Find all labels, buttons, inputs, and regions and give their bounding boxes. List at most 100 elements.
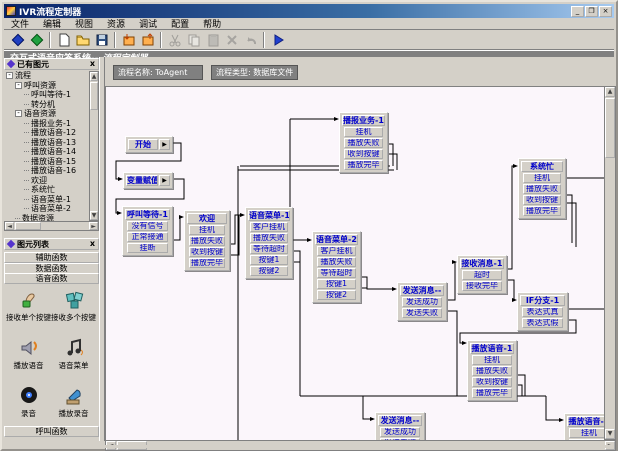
node-outlet[interactable]: 收到按键 xyxy=(189,247,225,257)
node-title[interactable]: 语音菜单-1 xyxy=(248,210,290,221)
node-outlet[interactable]: 表达式真 xyxy=(522,307,563,317)
flow-node-play1[interactable]: 播放语音-1挂机播放失败收到按键播放完毕 xyxy=(467,340,517,401)
palette-panel-header[interactable]: 图元列表 x xyxy=(4,238,99,250)
node-title[interactable]: 播报业务-1 xyxy=(342,115,385,126)
node-play-icon[interactable]: ▶ xyxy=(159,139,170,150)
node-outlet[interactable]: 等待超时 xyxy=(317,268,356,278)
node-outlet[interactable]: 客户挂机 xyxy=(317,246,356,256)
menu-item-1[interactable]: 文件 xyxy=(4,17,36,30)
palette-category-数据函数[interactable]: 数据函数 xyxy=(4,263,99,274)
node-title[interactable]: 发送消息-- xyxy=(400,285,444,296)
node-outlet[interactable]: 收到按键 xyxy=(523,195,561,205)
node-outlet[interactable]: 播放完毕 xyxy=(523,206,561,216)
node-title[interactable]: 语音菜单-2 xyxy=(315,234,358,245)
menu-item-2[interactable]: 编辑 xyxy=(36,17,68,30)
save-button[interactable] xyxy=(92,31,111,48)
tree-expander-icon[interactable]: - xyxy=(15,110,22,117)
close-button[interactable]: × xyxy=(599,6,612,17)
node-outlet[interactable]: 按键2 xyxy=(250,266,288,276)
node-title[interactable]: IF分支-1 xyxy=(520,295,565,306)
tree-expander-icon[interactable]: - xyxy=(15,82,22,89)
node-outlet[interactable]: 挂机 xyxy=(523,173,561,183)
node-outlet[interactable]: 接收完毕 xyxy=(462,281,502,291)
node-outlet[interactable]: 按键2 xyxy=(317,290,356,300)
node-outlet[interactable]: 播放失败 xyxy=(472,366,512,376)
node-outlet[interactable]: 收到按键 xyxy=(472,377,512,387)
node-outlet[interactable]: 挂机 xyxy=(569,428,604,438)
node-outlet[interactable]: 等待超时 xyxy=(250,244,288,254)
node-outlet[interactable]: 发送成功 xyxy=(402,297,442,307)
node-outlet[interactable]: 客户挂机 xyxy=(250,222,288,232)
palette-item-3[interactable]: 播放语音 xyxy=(6,336,51,380)
node-outlet[interactable]: 播放失败 xyxy=(523,184,561,194)
node-outlet[interactable]: 播放完毕 xyxy=(472,388,512,398)
node-title[interactable]: 接收消息-1 xyxy=(460,258,504,269)
node-outlet[interactable]: 挂机 xyxy=(189,225,225,235)
menu-item-3[interactable]: 视图 xyxy=(68,17,100,30)
nav-back-button[interactable] xyxy=(8,31,27,48)
import-flow-button[interactable] xyxy=(119,31,138,48)
node-outlet[interactable]: 播放完毕 xyxy=(189,258,225,268)
export-flow-button[interactable] xyxy=(138,31,157,48)
flow-node-send2[interactable]: 发送消息--发送成功发送失败 xyxy=(375,412,425,440)
node-outlet[interactable]: 挂断 xyxy=(127,243,168,253)
node-outlet[interactable]: 播放失败 xyxy=(189,236,225,246)
node-outlet[interactable]: 播放失败 xyxy=(317,257,356,267)
tree-item-16[interactable]: 数据资源 xyxy=(4,214,89,222)
palette-category-辅助函数[interactable]: 辅助函数 xyxy=(4,252,99,263)
elements-panel-header[interactable]: 已有图元 x xyxy=(4,58,99,70)
flow-node-menu1[interactable]: 语音菜单-1客户挂机播放失败等待超时按键1按键2 xyxy=(245,207,293,279)
flow-node-welcome[interactable]: 欢迎挂机播放失败收到按键播放完毕 xyxy=(184,210,230,271)
canvas-vscrollbar[interactable]: ▲ ▼ xyxy=(604,86,616,440)
nav-forward-button[interactable] xyxy=(27,31,46,48)
flow-node-if1[interactable]: IF分支-1表达式真表达式假 xyxy=(517,292,568,331)
palette-item-5[interactable]: 录音 xyxy=(6,384,51,428)
palette-category-呼叫函数[interactable]: 呼叫函数 xyxy=(4,426,99,437)
node-title[interactable]: 播放语音-1 xyxy=(470,343,514,354)
palette-item-6[interactable]: 播放录音 xyxy=(51,384,96,428)
palette-category-语音函数[interactable]: 语音函数 xyxy=(4,273,99,284)
new-file-button[interactable] xyxy=(54,31,73,48)
node-outlet[interactable]: 按键1 xyxy=(250,255,288,265)
minimize-button[interactable]: _ xyxy=(571,6,584,17)
flow-node-play2[interactable]: 播放语音-1挂机播放失败 xyxy=(564,413,604,440)
tree-expander-icon[interactable]: - xyxy=(6,72,13,79)
flow-node-sysbusy[interactable]: 系统忙挂机播放失败收到按键播放完毕 xyxy=(518,158,566,219)
node-outlet[interactable]: 播放失败 xyxy=(250,233,288,243)
flow-node-recv1[interactable]: 接收消息-1超时接收完毕 xyxy=(457,255,507,294)
node-outlet[interactable]: 收到按键 xyxy=(344,149,383,159)
flow-node-send1[interactable]: 发送消息--发送成功发送失败 xyxy=(397,282,447,321)
restore-button[interactable]: ❐ xyxy=(585,6,598,17)
node-outlet[interactable]: 正常接通 xyxy=(127,232,168,242)
node-title[interactable]: 系统忙 xyxy=(521,161,563,172)
node-title[interactable]: 播放语音-1 xyxy=(567,416,604,427)
palette-item-4[interactable]: 语音菜单 xyxy=(51,336,96,380)
node-title[interactable]: 变量赋值 xyxy=(126,175,158,186)
palette-item-2[interactable]: 接收多个按键 xyxy=(51,288,96,332)
node-outlet[interactable]: 表达式假 xyxy=(522,318,563,328)
node-title[interactable]: 开始 xyxy=(128,139,158,150)
node-outlet[interactable]: 按键1 xyxy=(317,279,356,289)
node-outlet[interactable]: 发送成功 xyxy=(380,427,420,437)
tree-vscrollbar[interactable]: ▲ ▼ xyxy=(89,71,99,221)
flow-node-assign[interactable]: 变量赋值▶ xyxy=(123,172,173,189)
elements-panel-close-icon[interactable]: x xyxy=(90,60,96,68)
menu-item-5[interactable]: 调试 xyxy=(132,17,164,30)
run-button[interactable] xyxy=(268,31,287,48)
flow-node-start[interactable]: 开始▶ xyxy=(125,136,173,153)
flow-node-callwait[interactable]: 呼叫等待-1没有信号正常接通挂断 xyxy=(122,206,173,256)
node-title[interactable]: 发送消息-- xyxy=(378,415,422,426)
menu-item-6[interactable]: 配置 xyxy=(164,17,196,30)
node-outlet[interactable]: 超时 xyxy=(462,270,502,280)
node-outlet[interactable]: 播放失败 xyxy=(344,138,383,148)
palette-item-1[interactable]: 接收单个按键 xyxy=(6,288,51,332)
menu-item-7[interactable]: 帮助 xyxy=(196,17,228,30)
open-file-button[interactable] xyxy=(73,31,92,48)
node-outlet[interactable]: 没有信号 xyxy=(127,221,168,231)
flow-node-menu2[interactable]: 语音菜单-2客户挂机播放失败等待超时按键1按键2 xyxy=(312,231,361,303)
tree-hscrollbar[interactable]: ◄ ► xyxy=(4,221,99,231)
flow-node-broadcast[interactable]: 播报业务-1挂机播放失败收到按键播放完毕 xyxy=(339,112,388,173)
node-outlet[interactable]: 播放完毕 xyxy=(344,160,383,170)
node-title[interactable]: 呼叫等待-1 xyxy=(125,209,170,220)
palette-panel-close-icon[interactable]: x xyxy=(90,240,96,248)
